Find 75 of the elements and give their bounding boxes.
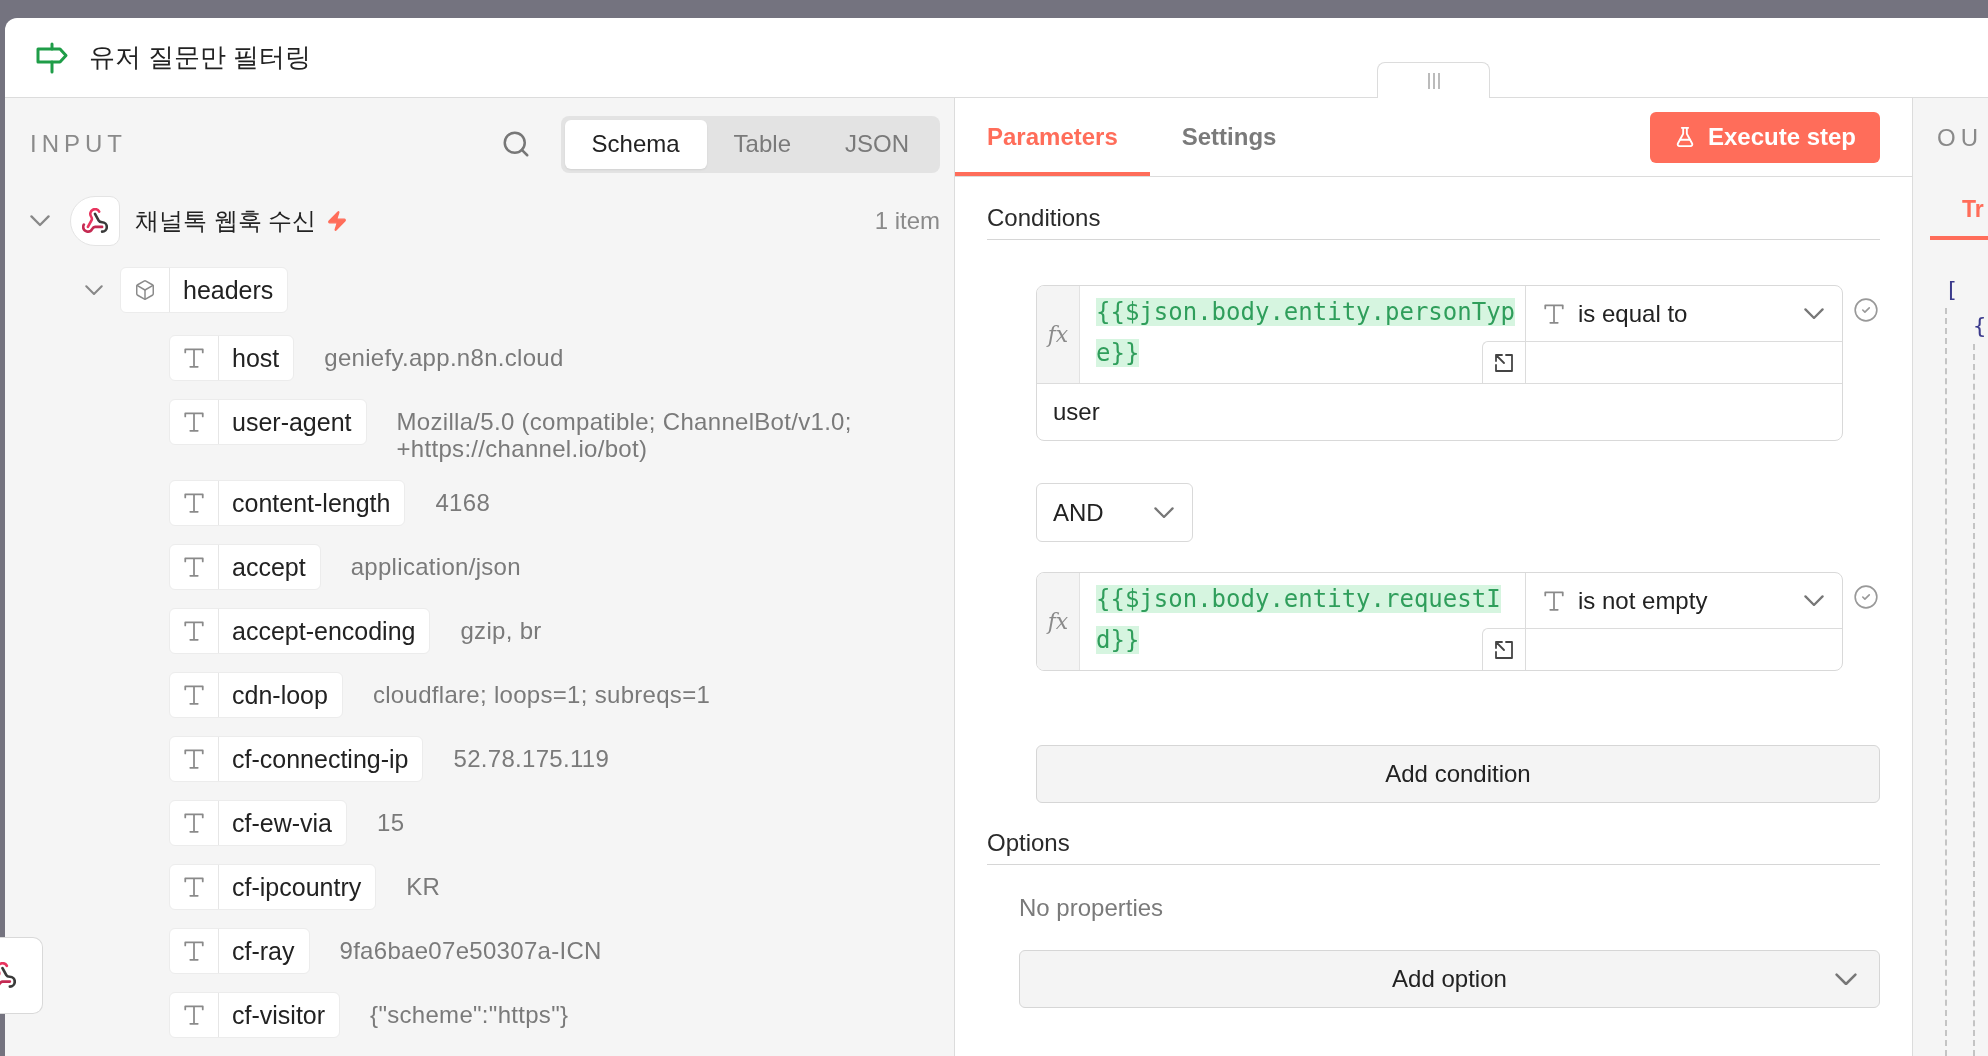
text-type-icon [184,621,204,641]
field-value: Mozilla/5.0 (compatible; ChannelBot/v1.0; +https://channel.io/bot) [396,407,853,462]
field-value: 4168 [435,488,492,516]
chevron-icon[interactable] [85,284,103,296]
field-value: {"scheme":"https"} [370,1000,570,1028]
expand-icon [1495,353,1513,372]
field-key[interactable]: accept-encoding [169,608,431,654]
drag-handle[interactable] [1377,62,1490,98]
text-type-icon [184,412,204,432]
section-heading: Options [987,829,1880,865]
text-type-icon [184,877,204,897]
text-type-icon [184,685,204,705]
add-option-button[interactable]: Add option [1019,950,1880,1008]
view-tab[interactable]: Schema [564,119,707,169]
field-key[interactable]: headers [120,267,289,313]
field-key[interactable]: cf-ipcountry [169,864,377,910]
expand-button[interactable] [1482,628,1525,670]
field-value: cloudflare; loops=1; subreqs=1 [372,680,712,708]
expand-icon [1495,640,1513,659]
text-type-icon [184,749,204,769]
text-type-icon [184,1005,204,1025]
field-value: 9fa6bae07e50307a-ICN [339,936,603,964]
json-bracket: { [1973,312,1987,340]
chevron-icon[interactable] [30,215,50,227]
value-field[interactable]: user [1037,383,1842,440]
field-key[interactable]: host [169,335,295,381]
combinator-dropdown[interactable]: AND [1036,483,1193,542]
chevron-icon [1154,506,1174,519]
field-value: KR [406,872,442,900]
field-key[interactable]: user-agent [169,399,367,445]
panel-title: INPUT [30,130,127,158]
webhook-icon [70,196,120,246]
operator-dropdown[interactable]: is not empty [1526,573,1842,629]
text-type-icon [184,813,204,833]
field-value: geniefy.app.n8n.cloud [324,343,565,371]
field-key[interactable]: accept [169,544,321,590]
source-node-name: 채널톡 웹훅 수신 [135,206,317,236]
operator-dropdown[interactable]: is equal to [1526,286,1842,342]
panel-title: OU [1937,124,1984,152]
check-circle-icon [1853,297,1879,323]
field-key[interactable]: cf-connecting-ip [169,736,424,782]
grip-icon [1427,72,1440,89]
field-key[interactable]: cdn-loop [169,672,343,718]
field-value: gzip, br [460,616,543,644]
expression-mode-label: fx [1037,573,1080,670]
chevron-icon [1804,594,1824,607]
webhook-icon [0,962,16,989]
field-key[interactable]: content-length [169,480,406,526]
text-type-icon [184,493,204,513]
text-type-icon [1544,303,1564,324]
panel-tab[interactable]: Settings [1149,98,1309,176]
json-bracket: [ [1945,276,1959,304]
text-type-icon [1544,590,1564,611]
add-condition-button[interactable]: Add condition [1036,745,1880,803]
field-key[interactable]: cf-ew-via [169,800,347,846]
field-key[interactable]: cf-visitor [169,992,341,1038]
text-type-icon [184,557,204,577]
field-key[interactable]: cf-ray [169,928,310,974]
cube-icon [134,279,156,301]
check-circle-icon [1853,584,1879,610]
empty-state-text: No properties [1019,894,1165,922]
section-heading: Conditions [987,204,1880,240]
signpost-icon [35,41,69,74]
item-count: 1 item [874,207,940,235]
field-value: 52.78.175.119 [453,744,611,772]
chevron-icon [1835,972,1857,986]
expand-button[interactable] [1482,341,1525,383]
field-value: application/json [350,552,522,580]
text-type-icon [184,348,204,368]
node-card[interactable] [0,937,43,1014]
text-type-icon [184,941,204,961]
expression-mode-label: fx [1037,286,1080,383]
field-value: 15 [377,808,406,836]
window-title: 유저 질문만 필터링 [89,41,312,74]
chevron-icon [1804,307,1824,320]
